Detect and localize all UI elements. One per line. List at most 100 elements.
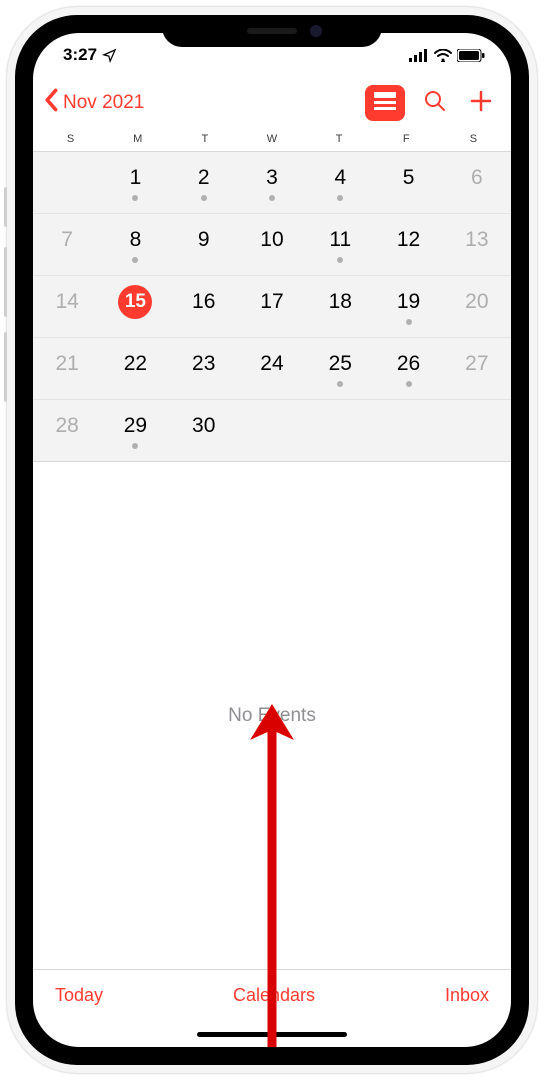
calendar-day[interactable]: 13 (443, 214, 511, 275)
event-indicator-dot (269, 195, 275, 201)
day-number: 10 (255, 223, 289, 257)
event-indicator-dot (132, 443, 138, 449)
calendar-day[interactable]: 12 (374, 214, 442, 275)
no-events-label: No Events (228, 705, 316, 727)
day-number: 22 (118, 347, 152, 381)
front-camera (310, 25, 322, 37)
calendar-day[interactable]: 4 (306, 152, 374, 213)
event-indicator-dot (337, 195, 343, 201)
calendar-day[interactable]: 26 (374, 338, 442, 399)
calendar-day[interactable]: 3 (238, 152, 306, 213)
calendar-day[interactable]: 16 (170, 276, 238, 337)
home-indicator (197, 1032, 347, 1037)
calendar-day (238, 400, 306, 461)
day-number: 28 (50, 409, 84, 443)
weekday-label: F (373, 133, 440, 145)
calendar-day[interactable]: 7 (33, 214, 101, 275)
day-number: 20 (460, 285, 494, 319)
view-toggle-button[interactable] (365, 85, 405, 121)
day-number: 24 (255, 347, 289, 381)
calendar-day[interactable]: 15 (101, 276, 169, 337)
day-number: 25 (323, 347, 357, 381)
calendar-day[interactable]: 24 (238, 338, 306, 399)
back-button[interactable]: Nov 2021 (43, 88, 144, 118)
bottom-toolbar: Today Calendars Inbox (33, 969, 511, 1021)
day-number: 1 (118, 161, 152, 195)
day-number (255, 409, 289, 443)
event-indicator-dot (406, 381, 412, 387)
calendar-day[interactable]: 18 (306, 276, 374, 337)
calendar-day[interactable]: 2 (170, 152, 238, 213)
day-number: 6 (460, 161, 494, 195)
day-number: 26 (392, 347, 426, 381)
day-number: 5 (392, 161, 426, 195)
status-time: 3:27 (63, 45, 97, 65)
day-number: 14 (50, 285, 84, 319)
weekday-label: W (238, 133, 305, 145)
calendar-grid[interactable]: 1234567891011121314151617181920212223242… (33, 151, 511, 462)
inbox-button[interactable]: Inbox (445, 985, 489, 1006)
search-button[interactable] (419, 87, 451, 119)
calendar-day[interactable]: 6 (443, 152, 511, 213)
calendar-day[interactable]: 14 (33, 276, 101, 337)
plus-icon (469, 89, 493, 118)
events-area[interactable]: No Events (33, 462, 511, 969)
wifi-icon (434, 49, 452, 62)
calendar-day[interactable]: 21 (33, 338, 101, 399)
day-number: 3 (255, 161, 289, 195)
calendar-day[interactable]: 10 (238, 214, 306, 275)
list-view-icon (374, 92, 396, 115)
weekday-label: M (104, 133, 171, 145)
iphone-frame: 3:27 (7, 7, 537, 1073)
home-indicator-area[interactable] (33, 1021, 511, 1047)
calendar-day[interactable]: 17 (238, 276, 306, 337)
day-number: 21 (50, 347, 84, 381)
day-number (460, 409, 494, 443)
day-number: 27 (460, 347, 494, 381)
day-number (392, 409, 426, 443)
calendar-day (374, 400, 442, 461)
calendar-day[interactable]: 1 (101, 152, 169, 213)
day-number: 16 (187, 285, 221, 319)
day-number: 12 (392, 223, 426, 257)
day-number: 19 (392, 285, 426, 319)
day-number: 13 (460, 223, 494, 257)
calendar-day[interactable]: 9 (170, 214, 238, 275)
calendar-day[interactable]: 29 (101, 400, 169, 461)
chevron-left-icon (43, 88, 61, 118)
day-number (323, 409, 357, 443)
today-button[interactable]: Today (55, 985, 103, 1006)
notch (162, 15, 382, 47)
day-number: 2 (187, 161, 221, 195)
cellular-signal-icon (409, 49, 429, 62)
event-indicator-dot (201, 195, 207, 201)
add-event-button[interactable] (465, 87, 497, 119)
calendar-day[interactable]: 19 (374, 276, 442, 337)
weekday-label: S (37, 133, 104, 145)
day-number: 30 (187, 409, 221, 443)
event-indicator-dot (337, 381, 343, 387)
calendar-day[interactable]: 28 (33, 400, 101, 461)
calendars-button[interactable]: Calendars (233, 985, 315, 1006)
calendar-day[interactable]: 25 (306, 338, 374, 399)
calendar-day[interactable]: 5 (374, 152, 442, 213)
calendar-day[interactable]: 27 (443, 338, 511, 399)
calendar-day[interactable]: 20 (443, 276, 511, 337)
calendar-week: 21 22 23 24 25 26 27 (33, 338, 511, 400)
calendar-day[interactable]: 22 (101, 338, 169, 399)
day-number: 4 (323, 161, 357, 195)
day-number: 11 (323, 223, 357, 257)
calendar-week: 28 29 30 (33, 400, 511, 461)
event-indicator-dot (132, 195, 138, 201)
calendar-day[interactable]: 30 (170, 400, 238, 461)
calendar-day[interactable]: 8 (101, 214, 169, 275)
event-indicator-dot (406, 319, 412, 325)
day-number: 15 (118, 285, 152, 319)
weekday-label: T (171, 133, 238, 145)
event-indicator-dot (337, 257, 343, 263)
calendar-day[interactable]: 11 (306, 214, 374, 275)
day-number (50, 161, 84, 195)
calendar-day (306, 400, 374, 461)
search-icon (423, 89, 447, 118)
calendar-day[interactable]: 23 (170, 338, 238, 399)
